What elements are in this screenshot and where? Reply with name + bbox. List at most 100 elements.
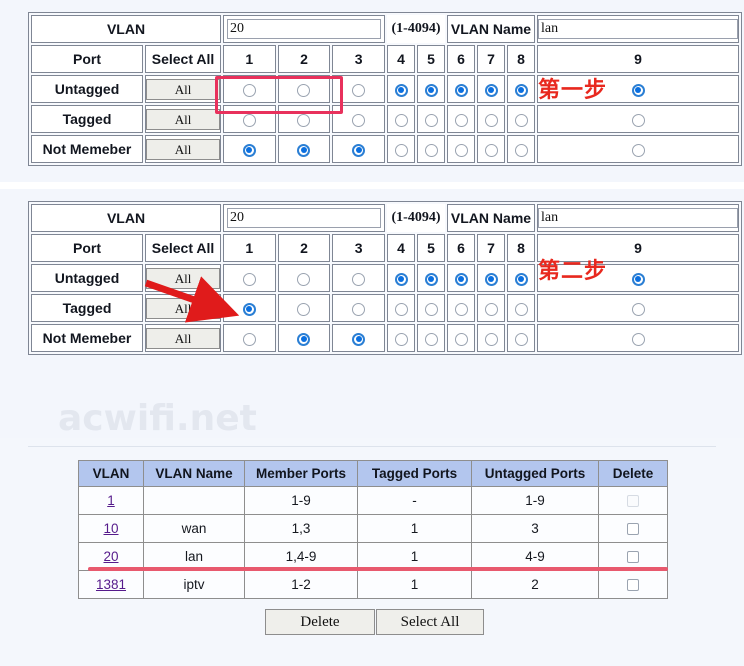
vlan-name-input-2[interactable] [538,208,738,228]
tagged-radio-cell-2[interactable] [277,105,331,133]
tagged-radio-7[interactable] [484,113,498,127]
tagged-radio-cell-2-4[interactable] [387,294,415,322]
not-member-radio-1[interactable] [242,143,256,157]
untagged-radio-2[interactable] [297,83,311,97]
untagged-radio-cell-2[interactable] [277,75,331,103]
not-member-radio-4[interactable] [394,143,408,157]
not-member-radio-9[interactable] [631,143,645,157]
not-member-radio-7[interactable] [484,143,498,157]
untagged-radio-8[interactable] [514,83,528,97]
untagged-radio-cell-2-6[interactable] [447,264,475,292]
untagged-radio-cell-7[interactable] [477,75,505,103]
not-member-radio-cell-2-8[interactable] [507,324,535,352]
not-member-radio-cell-5[interactable] [417,135,445,163]
untagged-radio-4[interactable] [394,83,408,97]
not-member-radio-2-5[interactable] [424,332,438,346]
tagged-radio-cell-2-5[interactable] [417,294,445,322]
not-member-radio-cell-2[interactable] [277,135,331,163]
tagged-radio-3[interactable] [352,113,366,127]
delete-cell-row3[interactable] [598,570,668,599]
not-member-radio-cell-2-1[interactable] [223,324,276,352]
tagged-radio-cell-2-6[interactable] [447,294,475,322]
tagged-radio-cell-2-7[interactable] [477,294,505,322]
untagged-radio-5[interactable] [424,83,438,97]
untagged-radio-2-4[interactable] [394,272,408,286]
tagged-radio-cell-9[interactable] [537,105,739,133]
untagged-radio-cell-8[interactable] [507,75,535,103]
not-member-radio-2-2[interactable] [297,332,311,346]
delete-checkbox-row3[interactable] [627,579,639,592]
untagged-radio-cell-2-7[interactable] [477,264,505,292]
tagged-radio-6[interactable] [454,113,468,127]
not-member-radio-cell-2-6[interactable] [447,324,475,352]
tagged-radio-cell-2-3[interactable] [332,294,385,322]
not-member-radio-cell-8[interactable] [507,135,535,163]
not-member-radio-2-3[interactable] [352,332,366,346]
untagged-select-all-cell[interactable]: All [145,75,221,103]
vlan-link-row2[interactable]: 20 [103,549,118,564]
delete-button[interactable]: Delete [265,609,375,635]
not-member-radio-cell-3[interactable] [332,135,385,163]
not-member-radio-3[interactable] [352,143,366,157]
not-member-radio-8[interactable] [514,143,528,157]
delete-checkbox-row2[interactable] [627,551,639,564]
not-member-radio-cell-9[interactable] [537,135,739,163]
untagged-radio-2-3[interactable] [352,272,366,286]
tagged-radio-cell-7[interactable] [477,105,505,133]
tagged-radio-cell-8[interactable] [507,105,535,133]
select-all-button[interactable]: Select All [376,609,484,635]
tagged-radio-1[interactable] [242,113,256,127]
untagged-radio-cell-5[interactable] [417,75,445,103]
tagged-radio-2[interactable] [297,113,311,127]
tagged-radio-4[interactable] [394,113,408,127]
not-member-all-button[interactable]: All [146,138,220,160]
not-member-select-all-cell[interactable]: All [145,135,221,163]
not-member-radio-2-6[interactable] [454,332,468,346]
tagged-radio-cell-2-8[interactable] [507,294,535,322]
not-member-radio-cell-2-2[interactable] [277,324,331,352]
untagged-radio-7[interactable] [484,83,498,97]
untagged-radio-2-9[interactable] [631,272,645,286]
untagged-radio-2-6[interactable] [454,272,468,286]
not-member-radio-cell-2-7[interactable] [477,324,505,352]
tagged-radio-2-4[interactable] [394,302,408,316]
tagged-select-all-cell[interactable]: All [145,105,221,133]
untagged-radio-1[interactable] [242,83,256,97]
not-member-radio-cell-7[interactable] [477,135,505,163]
untagged-radio-cell-2-3[interactable] [332,264,385,292]
vlan-id-cell-row1[interactable]: 10 [78,514,144,543]
tagged-radio-2-6[interactable] [454,302,468,316]
untagged-radio-cell-2-4[interactable] [387,264,415,292]
not-member-radio-2-7[interactable] [484,332,498,346]
untagged-all-button[interactable]: All [146,78,220,100]
untagged-radio-9[interactable] [631,83,645,97]
not-member-radio-cell-2-4[interactable] [387,324,415,352]
tagged-radio-cell-2-2[interactable] [277,294,331,322]
untagged-radio-cell-4[interactable] [387,75,415,103]
untagged-radio-2-2[interactable] [297,272,311,286]
tagged-radio-2-7[interactable] [484,302,498,316]
vlan-name-input[interactable] [538,19,738,39]
not-member-radio-2-9[interactable] [631,332,645,346]
vlan-id-cell-row0[interactable]: 1 [78,486,144,515]
untagged-radio-cell-1[interactable] [223,75,276,103]
not-member-radio-cell-2-3[interactable] [332,324,385,352]
tagged-radio-8[interactable] [514,113,528,127]
untagged-radio-cell-2-5[interactable] [417,264,445,292]
untagged-radio-2-7[interactable] [484,272,498,286]
tagged-all-button[interactable]: All [146,108,220,130]
not-member-radio-cell-4[interactable] [387,135,415,163]
untagged-radio-cell-2-2[interactable] [277,264,331,292]
tagged-radio-cell-5[interactable] [417,105,445,133]
vlan-id-cell-row3[interactable]: 1381 [78,570,144,599]
untagged-radio-cell-3[interactable] [332,75,385,103]
not-member-radio-2[interactable] [297,143,311,157]
tagged-radio-2-5[interactable] [424,302,438,316]
not-member-all-button-2[interactable]: All [146,327,220,349]
not-member-radio-2-4[interactable] [394,332,408,346]
vlan-link-row0[interactable]: 1 [107,493,115,508]
not-member-select-all-cell-2[interactable]: All [145,324,221,352]
untagged-radio-cell-2-8[interactable] [507,264,535,292]
tagged-radio-cell-1[interactable] [223,105,276,133]
tagged-radio-cell-6[interactable] [447,105,475,133]
